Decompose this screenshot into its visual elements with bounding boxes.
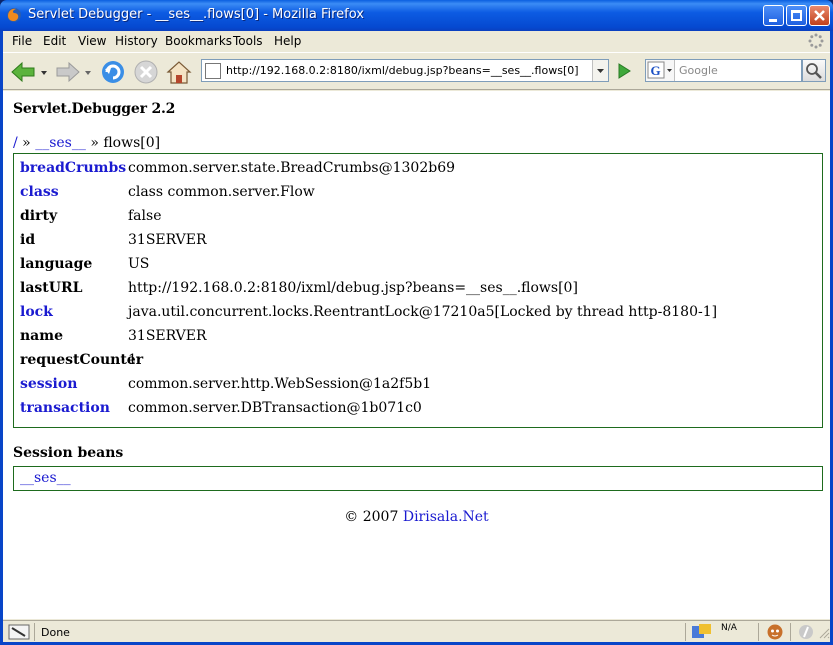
forward-history-dropdown-icon[interactable] <box>83 58 93 86</box>
property-value: common.server.http.WebSession@1a2f5b1 <box>128 376 432 392</box>
menu-history[interactable]: History <box>115 34 158 48</box>
app-name: Servlet.Debugger <box>13 101 147 117</box>
breadcrumb-ses-link[interactable]: __ses__ <box>35 135 86 151</box>
svg-text:G: G <box>651 63 661 78</box>
menu-tools[interactable]: Tools <box>233 34 263 48</box>
feed-icon[interactable] <box>691 623 713 641</box>
property-key[interactable]: class <box>20 184 59 200</box>
properties-table: breadCrumbs common.server.state.BreadCrum… <box>13 153 823 428</box>
home-button[interactable] <box>165 58 193 86</box>
throbber-icon <box>808 33 824 49</box>
session-beans-box: __ses__ <box>13 466 823 491</box>
close-button[interactable] <box>809 5 830 26</box>
page-title: Servlet.Debugger 2.2 <box>13 101 175 117</box>
url-bar[interactable]: http://192.168.0.2:8180/ixml/debug.jsp?b… <box>201 59 609 82</box>
property-key[interactable]: lock <box>20 304 53 320</box>
menu-file[interactable]: File <box>12 34 32 48</box>
property-key[interactable]: breadCrumbs <box>20 160 126 176</box>
footer: © 2007 Dirisala.Net <box>3 509 830 525</box>
property-value: common.server.DBTransaction@1b071c0 <box>128 400 422 416</box>
breadcrumb-separator: » <box>22 135 31 151</box>
property-key: name <box>20 328 63 344</box>
page-favicon-icon <box>205 63 221 79</box>
status-divider <box>685 623 686 641</box>
search-button[interactable] <box>802 59 826 82</box>
back-history-dropdown-icon[interactable] <box>39 58 49 86</box>
session-beans-title: Session beans <box>13 445 124 461</box>
search-placeholder: Google <box>679 64 718 77</box>
menu-bar: File Edit View History Bookmarks Tools H… <box>3 31 830 51</box>
connection-icon <box>8 624 30 640</box>
footer-link[interactable]: Dirisala.Net <box>403 509 489 525</box>
menu-help[interactable]: Help <box>274 34 301 48</box>
minimize-button[interactable] <box>763 5 784 26</box>
property-value: 31SERVER <box>128 232 207 248</box>
property-value: common.server.state.BreadCrumbs@1302b69 <box>128 160 456 176</box>
property-key: id <box>20 232 36 248</box>
property-value: 1 <box>128 352 137 368</box>
close-icon <box>814 10 825 21</box>
property-value: http://192.168.0.2:8180/ixml/debug.jsp?b… <box>128 280 578 296</box>
url-text[interactable]: http://192.168.0.2:8180/ixml/debug.jsp?b… <box>226 64 579 77</box>
url-history-dropdown[interactable] <box>592 60 608 81</box>
go-button[interactable] <box>614 61 634 81</box>
breadcrumb: / » __ses__ » flows[0] <box>13 135 160 151</box>
resize-grip-icon[interactable] <box>818 627 830 639</box>
property-value: 31SERVER <box>128 328 207 344</box>
property-key: language <box>20 256 93 272</box>
forward-button[interactable] <box>53 58 83 86</box>
stop-button[interactable] <box>132 58 160 86</box>
breadcrumb-separator: » <box>90 135 99 151</box>
property-value: class common.server.Flow <box>128 184 315 200</box>
status-divider <box>34 623 35 641</box>
monkey-icon[interactable] <box>766 623 784 641</box>
menu-edit[interactable]: Edit <box>43 34 66 48</box>
disabled-icon[interactable] <box>797 623 815 641</box>
property-value: false <box>128 208 162 224</box>
window-titlebar: Servlet Debugger - __ses__.flows[0] - Mo… <box>0 0 833 31</box>
google-icon: G <box>647 61 672 79</box>
menu-view[interactable]: View <box>78 34 106 48</box>
magnifier-icon <box>806 63 822 79</box>
property-key: dirty <box>20 208 58 224</box>
search-engine-selector[interactable]: G <box>646 60 675 81</box>
status-divider <box>790 623 791 641</box>
status-na: N/A <box>721 623 737 633</box>
back-button[interactable] <box>8 58 38 86</box>
chevron-down-icon <box>597 69 604 73</box>
property-value: US <box>128 256 150 272</box>
session-bean-link[interactable]: __ses__ <box>20 470 71 486</box>
search-box[interactable]: G Google <box>645 59 802 82</box>
status-text: Done <box>41 626 70 639</box>
app-version: 2.2 <box>151 101 176 117</box>
property-key[interactable]: session <box>20 376 77 392</box>
property-key: lastURL <box>20 280 83 296</box>
page-content: Servlet.Debugger 2.2 / » __ses__ » flows… <box>3 91 830 619</box>
property-key: requestCounter <box>20 352 144 368</box>
menu-bookmarks[interactable]: Bookmarks <box>165 34 232 48</box>
status-divider <box>758 623 759 641</box>
breadcrumb-root-link[interactable]: / <box>13 135 18 151</box>
firefox-icon <box>7 8 21 22</box>
property-value: java.util.concurrent.locks.ReentrantLock… <box>128 304 718 320</box>
breadcrumb-current: flows[0] <box>103 135 161 151</box>
footer-copyright: © 2007 <box>344 509 399 525</box>
property-key[interactable]: transaction <box>20 400 110 416</box>
reload-button[interactable] <box>99 58 127 86</box>
status-bar: Done N/A <box>3 620 830 642</box>
maximize-button[interactable] <box>786 5 807 26</box>
window-title: Servlet Debugger - __ses__.flows[0] - Mo… <box>28 7 364 22</box>
